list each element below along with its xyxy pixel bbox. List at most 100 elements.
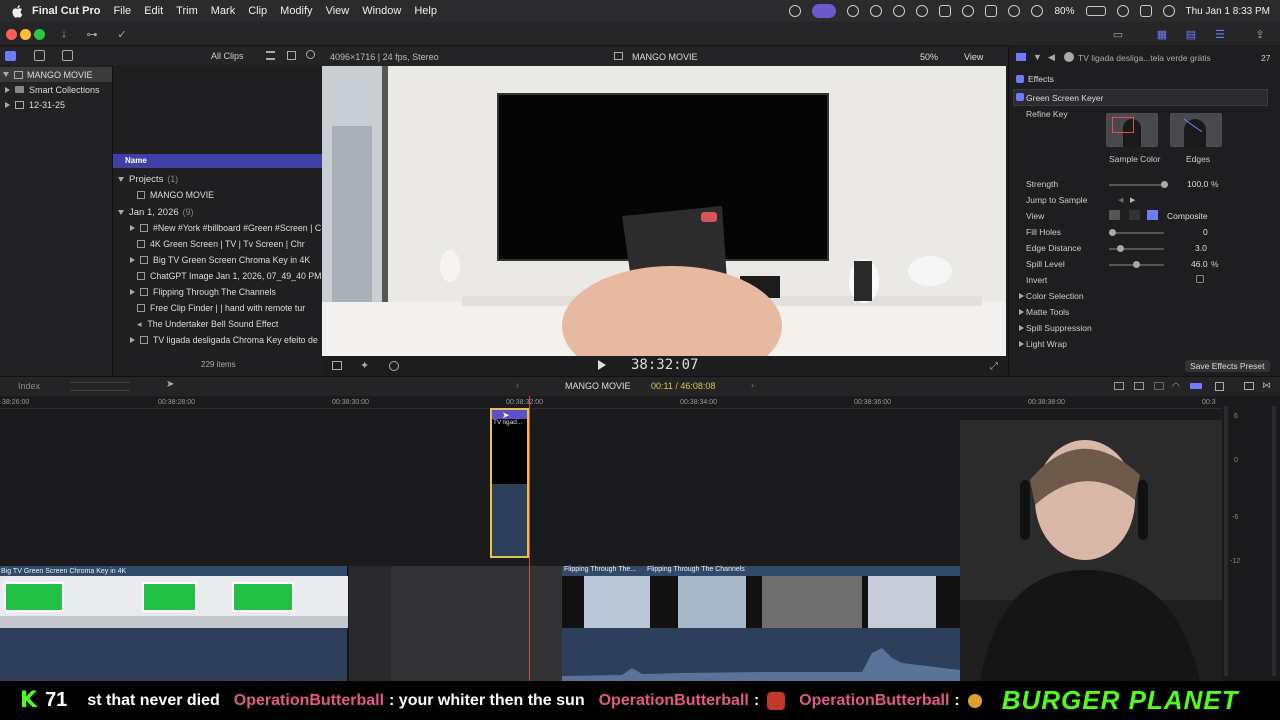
section-matte-tools[interactable]: Matte Tools xyxy=(1026,307,1069,317)
zoom-in-icon[interactable] xyxy=(1114,382,1124,390)
menu-window[interactable]: Window xyxy=(362,5,401,17)
edge-distance-slider[interactable] xyxy=(1109,245,1164,252)
transitions-icon[interactable]: ⋈ xyxy=(1262,380,1271,391)
section-color-selection[interactable]: Color Selection xyxy=(1026,291,1084,301)
menu-mark[interactable]: Mark xyxy=(211,5,235,17)
timeline-toggle-icon[interactable]: ▤ xyxy=(1181,26,1201,42)
wifi-icon[interactable] xyxy=(1031,5,1044,17)
disclosure-triangle[interactable] xyxy=(5,86,10,93)
titles-icon[interactable] xyxy=(62,50,73,61)
index-button[interactable]: Index xyxy=(18,381,40,391)
browser-toggle-icon[interactable]: ▦ xyxy=(1152,26,1172,42)
sidebar-item-mango-movie[interactable]: MANGO MOVIE xyxy=(0,67,112,82)
disclosure-triangle[interactable] xyxy=(1019,309,1024,315)
param-value[interactable]: 100.0 xyxy=(1187,179,1208,189)
close-window-button[interactable] xyxy=(6,29,17,40)
view-composite-icon[interactable] xyxy=(1147,210,1158,220)
edges-button[interactable] xyxy=(1170,113,1222,147)
status-icon[interactable] xyxy=(847,5,860,17)
view-menu[interactable]: View xyxy=(964,52,983,62)
name-column-header[interactable]: Name xyxy=(113,154,323,168)
inspector-toggle-icon[interactable]: ☰ xyxy=(1210,26,1230,42)
menu-clip[interactable]: Clip xyxy=(248,5,267,17)
list-item[interactable]: Big TV Green Screen Chroma Key in 4K xyxy=(113,252,323,268)
timecode-display[interactable]: 38:32:07 xyxy=(631,357,698,373)
photos-icon[interactable] xyxy=(34,50,45,61)
speed-icon[interactable] xyxy=(389,361,399,371)
video-inspector-icon[interactable] xyxy=(1016,53,1026,61)
menu-modify[interactable]: Modify xyxy=(280,5,312,17)
transform-icon[interactable] xyxy=(332,361,342,370)
section-light-wrap[interactable]: Light Wrap xyxy=(1026,339,1067,349)
disclosure-triangle[interactable] xyxy=(118,176,124,182)
zoom-menu[interactable]: 50% xyxy=(920,52,938,62)
snapping-icon[interactable] xyxy=(1154,382,1164,390)
playhead[interactable] xyxy=(529,396,530,681)
effects-checkbox[interactable] xyxy=(1016,75,1024,83)
search-icon[interactable] xyxy=(1116,5,1129,17)
slider-knob[interactable] xyxy=(1116,245,1124,252)
previous-sample-icon[interactable]: ◀ xyxy=(1118,196,1123,204)
next-sample-icon[interactable]: ▶ xyxy=(1130,196,1135,204)
strength-slider[interactable] xyxy=(1109,181,1168,188)
select-tool-icon[interactable]: ➤ xyxy=(166,379,174,390)
param-value[interactable]: 3.0 xyxy=(1195,243,1207,253)
spill-level-slider[interactable] xyxy=(1109,261,1164,268)
fill-holes-slider[interactable] xyxy=(1109,229,1164,236)
next-icon[interactable]: › xyxy=(751,380,754,390)
sidebar-item-event[interactable]: 12-31-25 xyxy=(0,97,112,112)
clip-appearance-icon[interactable] xyxy=(287,51,296,60)
disclosure-triangle[interactable] xyxy=(1019,325,1024,331)
import-icon[interactable]: ↓ xyxy=(54,26,74,42)
sample-color-button[interactable] xyxy=(1106,113,1158,147)
group-date[interactable]: Jan 1, 2026 (9) xyxy=(113,204,323,220)
battery-icon[interactable] xyxy=(1085,6,1106,16)
apple-icon[interactable] xyxy=(10,4,24,18)
disclosure-triangle[interactable] xyxy=(130,289,135,295)
section-spill-suppression[interactable]: Spill Suppression xyxy=(1026,323,1092,333)
enhance-icon[interactable]: ✦ xyxy=(360,359,369,372)
screen-record-icon[interactable] xyxy=(812,4,837,18)
headphones-icon[interactable]: ◠ xyxy=(1172,381,1180,392)
timeline-ruler[interactable]: 38:26:00 00:38:28:00 00:38:30:00 00:38:3… xyxy=(0,396,1222,409)
menu-file[interactable]: File xyxy=(113,5,131,17)
fullscreen-icon[interactable]: ⤢ xyxy=(990,361,998,372)
status-icon[interactable] xyxy=(962,5,975,17)
menu-edit[interactable]: Edit xyxy=(144,5,163,17)
disclosure-triangle[interactable] xyxy=(3,72,9,77)
disclosure-triangle[interactable] xyxy=(5,101,10,108)
share-icon[interactable]: ⇪ xyxy=(1250,26,1270,42)
view-matte-icon[interactable] xyxy=(1109,210,1120,220)
menu-help[interactable]: Help xyxy=(414,5,437,17)
invert-checkbox[interactable] xyxy=(1196,275,1204,283)
workspace-icon[interactable]: ▭ xyxy=(1108,26,1128,42)
slider-knob[interactable] xyxy=(1109,229,1116,236)
sidebar-item-smart-collections[interactable]: Smart Collections xyxy=(0,82,112,97)
disclosure-triangle[interactable] xyxy=(130,225,135,231)
zoom-out-icon[interactable] xyxy=(1134,382,1144,390)
previous-icon[interactable]: ‹ xyxy=(516,380,519,390)
status-icon[interactable] xyxy=(916,5,929,17)
libraries-icon[interactable] xyxy=(5,51,16,61)
timeline-index-icon[interactable] xyxy=(1215,382,1224,391)
disclosure-triangle[interactable] xyxy=(130,337,135,343)
view-original-icon[interactable] xyxy=(1129,210,1140,220)
list-item[interactable]: ◂ The Undertaker Bell Sound Effect xyxy=(113,316,323,332)
background-tasks-icon[interactable]: ✓ xyxy=(112,26,132,42)
list-item[interactable]: TV ligada desligada Chroma Key efeito de xyxy=(113,332,323,348)
status-icon[interactable] xyxy=(870,5,883,17)
effects-browser-icon[interactable] xyxy=(1244,382,1254,390)
list-item[interactable]: MANGO MOVIE xyxy=(113,187,323,203)
disclosure-triangle[interactable] xyxy=(130,257,135,263)
disclosure-triangle[interactable] xyxy=(1019,341,1024,347)
volume-icon[interactable] xyxy=(939,5,952,17)
param-value[interactable]: 0 xyxy=(1203,227,1208,237)
menu-view[interactable]: View xyxy=(326,5,350,17)
slider-knob[interactable] xyxy=(1161,181,1168,188)
clip-appearance-icon[interactable] xyxy=(1190,383,1202,389)
list-item[interactable]: #New #York #billboard #Green #Screen | C xyxy=(113,220,323,236)
list-item[interactable]: Flipping Through The Channels xyxy=(113,284,323,300)
control-center-icon[interactable] xyxy=(1139,5,1152,17)
search-icon[interactable] xyxy=(306,50,315,59)
list-item[interactable]: ChatGPT Image Jan 1, 2026, 07_49_40 PM xyxy=(113,268,323,284)
